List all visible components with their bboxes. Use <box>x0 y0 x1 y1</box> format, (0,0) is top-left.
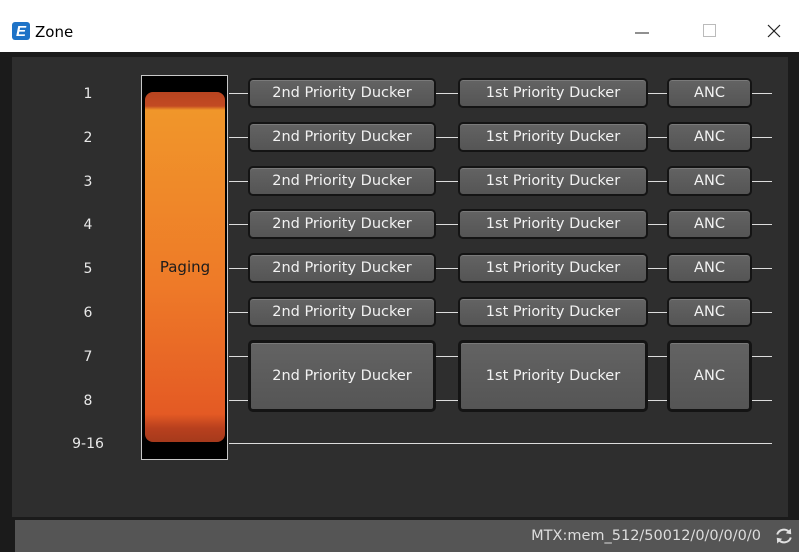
anc-button-3[interactable]: ANC <box>667 166 752 196</box>
signal-line-9-16 <box>229 443 772 444</box>
close-button[interactable] <box>752 15 796 47</box>
second-priority-ducker-button-4[interactable]: 2nd Priority Ducker <box>248 209 436 239</box>
zone-label-5: 5 <box>83 261 93 277</box>
anc-button-6[interactable]: ANC <box>667 297 752 327</box>
refresh-icon[interactable] <box>774 526 794 546</box>
zone-app-icon: E <box>12 22 30 40</box>
maximize-icon <box>703 24 716 37</box>
second-priority-ducker-button-7-8[interactable]: 2nd Priority Ducker <box>248 340 436 412</box>
window-title: Zone <box>35 23 74 41</box>
close-icon <box>767 24 781 38</box>
paging-label: Paging <box>159 258 211 276</box>
first-priority-ducker-button-2[interactable]: 1st Priority Ducker <box>458 122 648 152</box>
zone-label-2: 2 <box>83 130 93 146</box>
second-priority-ducker-button-2[interactable]: 2nd Priority Ducker <box>248 122 436 152</box>
first-priority-ducker-button-4[interactable]: 1st Priority Ducker <box>458 209 648 239</box>
second-priority-ducker-button-6[interactable]: 2nd Priority Ducker <box>248 297 436 327</box>
title-bar: E Zone <box>0 0 799 60</box>
minimize-icon <box>635 32 649 34</box>
anc-button-1[interactable]: ANC <box>667 78 752 108</box>
zone-label-4: 4 <box>83 217 93 233</box>
first-priority-ducker-button-1[interactable]: 1st Priority Ducker <box>458 78 648 108</box>
anc-button-4[interactable]: ANC <box>667 209 752 239</box>
status-bar: MTX:mem_512/50012/0/0/0/0/0 <box>15 520 799 552</box>
minimize-button[interactable] <box>620 15 664 47</box>
anc-button-2[interactable]: ANC <box>667 122 752 152</box>
zone-label-9-16: 9-16 <box>72 436 104 452</box>
second-priority-ducker-button-1[interactable]: 2nd Priority Ducker <box>248 78 436 108</box>
first-priority-ducker-button-5[interactable]: 1st Priority Ducker <box>458 253 648 283</box>
second-priority-ducker-button-3[interactable]: 2nd Priority Ducker <box>248 166 436 196</box>
zone-label-8: 8 <box>83 393 93 409</box>
first-priority-ducker-button-6[interactable]: 1st Priority Ducker <box>458 297 648 327</box>
maximize-button[interactable] <box>688 15 732 47</box>
status-path-text: MTX:mem_512/50012/0/0/0/0/0 <box>531 528 761 544</box>
anc-button-7-8[interactable]: ANC <box>667 340 752 412</box>
second-priority-ducker-button-5[interactable]: 2nd Priority Ducker <box>248 253 436 283</box>
first-priority-ducker-button-3[interactable]: 1st Priority Ducker <box>458 166 648 196</box>
paging-button[interactable]: Paging <box>145 92 225 442</box>
zone-label-6: 6 <box>83 305 93 321</box>
zone-label-7: 7 <box>83 349 93 365</box>
zone-label-3: 3 <box>83 174 93 190</box>
zone-label-1: 1 <box>83 86 93 102</box>
first-priority-ducker-button-7-8[interactable]: 1st Priority Ducker <box>458 340 648 412</box>
anc-button-5[interactable]: ANC <box>667 253 752 283</box>
